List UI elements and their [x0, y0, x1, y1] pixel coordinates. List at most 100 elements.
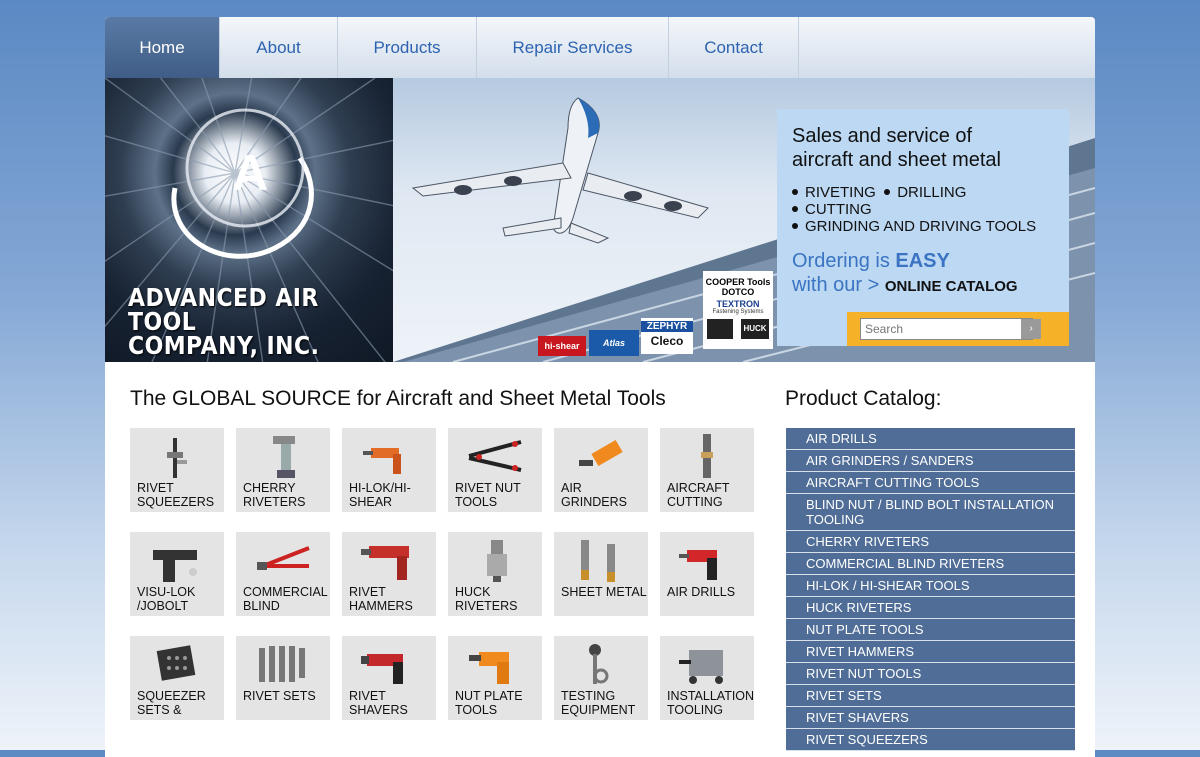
product-tile[interactable]: AIR DRILLS — [660, 532, 754, 616]
huck-icon — [487, 540, 507, 582]
bullet-drilling: DRILLING — [897, 184, 967, 201]
product-tile[interactable]: NUT PLATE TOOLS — [448, 636, 542, 720]
catalog-item[interactable]: COMMERCIAL BLIND RIVETERS — [786, 553, 1075, 575]
product-tile[interactable]: RIVET SETS — [236, 636, 330, 720]
product-tile-label: HUCK RIVETERS — [455, 585, 518, 613]
zephyr-logo-text: ZEPHYR — [641, 321, 693, 332]
info-headline: Sales and service of aircraft and sheet … — [792, 124, 1052, 172]
company-name-line2: COMPANY, INC. — [128, 331, 320, 360]
product-tile[interactable]: INSTALLATION TOOLING — [660, 636, 754, 720]
bullet-icon — [884, 189, 891, 196]
nav-products[interactable]: Products — [338, 17, 477, 78]
nav-home[interactable]: Home — [105, 17, 220, 78]
product-tile[interactable]: SHEET METAL — [554, 532, 648, 616]
product-tile-label: HI-LOK/HI-SHEAR — [349, 481, 411, 509]
bullet-icon — [792, 223, 798, 230]
catalog-item[interactable]: RIVET HAMMERS — [786, 641, 1075, 663]
catalog-item[interactable]: AIR DRILLS — [786, 428, 1075, 450]
product-tile-label: TESTING EQUIPMENT — [561, 689, 636, 717]
product-tile[interactable]: RIVET SQUEEZERS — [130, 428, 224, 512]
product-tile-label: AIR DRILLS — [667, 585, 736, 599]
huck-logo-text: HUCK — [741, 319, 769, 339]
info-box: Sales and service of aircraft and sheet … — [777, 109, 1069, 346]
nav-repair-services[interactable]: Repair Services — [477, 17, 669, 78]
product-tile[interactable]: TESTING EQUIPMENT — [554, 636, 648, 720]
squeezer-icon — [167, 438, 187, 478]
jet-engine-image: A ADVANCED AIR TOOL COMPANY, INC. — [105, 78, 393, 362]
catalog-item[interactable]: RIVET SHAVERS — [786, 707, 1075, 729]
bullet-icon — [792, 189, 798, 196]
cutter-icon — [701, 434, 713, 478]
product-tile-label: RIVET SETS — [243, 689, 316, 703]
catalog-item[interactable]: CHERRY RIVETERS — [786, 531, 1075, 553]
product-tile-label: RIVET HAMMERS — [349, 585, 413, 613]
gun-icon — [153, 550, 197, 582]
case-icon — [156, 645, 196, 681]
catalog-item[interactable]: RIVET NUT TOOLS — [786, 663, 1075, 685]
product-tile[interactable]: AIR GRINDERS — [554, 428, 648, 512]
product-tile[interactable]: RIVET NUT TOOLS — [448, 428, 542, 512]
company-name-line1: ADVANCED AIR TOOL — [128, 283, 319, 336]
catalog-item[interactable]: BLIND NUT / BLIND BOLT INSTALLATION TOOL… — [786, 494, 1075, 531]
plier-icon — [468, 440, 522, 472]
grinder-icon — [579, 439, 623, 467]
with-our-text: with our > — [792, 274, 885, 296]
snips-icon — [581, 540, 615, 582]
nav-contact[interactable]: Contact — [669, 17, 799, 78]
product-tile[interactable]: HUCK RIVETERS — [448, 532, 542, 616]
cleco-logo-text: Cleco — [650, 334, 684, 348]
ordering-prefix: Ordering is — [792, 250, 896, 272]
air-drill-icon — [679, 550, 717, 580]
product-tile-label: AIRCRAFT CUTTING — [667, 481, 730, 509]
product-tile-label: AIR GRINDERS — [561, 481, 627, 509]
product-tile[interactable]: RIVET SHAVERS — [342, 636, 436, 720]
catalog-item[interactable]: RIVET SQUEEZERS — [786, 729, 1075, 751]
product-tile[interactable]: SQUEEZER SETS & — [130, 636, 224, 720]
atlas-copco-logo: Atlas Copco — [589, 330, 639, 356]
catalog-item[interactable]: AIR GRINDERS / SANDERS — [786, 450, 1075, 472]
hammer-icon — [361, 546, 409, 580]
product-tile[interactable]: RIVET HAMMERS — [342, 532, 436, 616]
catalog-item[interactable]: HUCK RIVETERS — [786, 597, 1075, 619]
catalog-item[interactable]: AIRCRAFT CUTTING TOOLS — [786, 472, 1075, 494]
shaver-icon — [361, 654, 403, 684]
catalog-item[interactable]: NUT PLATE TOOLS — [786, 619, 1075, 641]
installer-icon — [679, 650, 723, 684]
search-input[interactable] — [860, 318, 1033, 340]
product-tile[interactable]: AIRCRAFT CUTTING — [660, 428, 754, 512]
hero-banner: A ADVANCED AIR TOOL COMPANY, INC. COOPER… — [105, 78, 1095, 362]
info-headline-line1: Sales and service of — [792, 125, 973, 147]
product-tile[interactable]: COMMERCIAL BLIND — [236, 532, 330, 616]
product-tile-label: SQUEEZER SETS & — [137, 689, 206, 717]
drill-gun-icon — [363, 448, 401, 474]
site-container: Home About Products Repair Services Cont… — [105, 17, 1095, 757]
product-tile[interactable]: CHERRY RIVETERS — [236, 428, 330, 512]
catalog-item[interactable]: RIVET SETS — [786, 685, 1075, 707]
dotco-logo-text: DOTCO — [721, 287, 755, 297]
search-button[interactable]: › — [1021, 319, 1041, 339]
info-headline-line2: aircraft and sheet metal — [792, 149, 1001, 171]
product-tile-label: CHERRY RIVETERS — [243, 481, 306, 509]
product-tile[interactable]: HI-LOK/HI-SHEAR — [342, 428, 436, 512]
product-tile[interactable]: VISU-LOK /JOBOLT — [130, 532, 224, 616]
catalog-list: AIR DRILLS AIR GRINDERS / SANDERS AIRCRAFT… — [786, 428, 1075, 751]
product-tile-label: NUT PLATE TOOLS — [455, 689, 523, 717]
bullet-icon — [792, 206, 798, 213]
product-tile-label: VISU-LOK /JOBOLT — [137, 585, 196, 613]
product-tile-label: RIVET NUT TOOLS — [455, 481, 521, 509]
online-catalog-link[interactable]: ONLINE CATALOG — [885, 278, 1018, 295]
product-tile-label: RIVET SHAVERS — [349, 689, 408, 717]
catalog-heading: Product Catalog: — [785, 387, 942, 410]
textron-logo-text: TEXTRON — [716, 299, 760, 309]
brand-logo-cooper-textron: COOPER Tools DOTCO TEXTRON Fastening Sys… — [703, 271, 773, 349]
hi-shear-logo: hi-shear — [538, 336, 586, 356]
cherry-logo-icon — [707, 319, 733, 339]
ordering-text: Ordering is EASY with our > ONLINE CATAL… — [792, 249, 1018, 299]
ordering-emphasis: EASY — [895, 250, 950, 272]
cooper-logo-text: COOPER Tools — [705, 277, 771, 287]
catalog-item[interactable]: HI-LOK / HI-SHEAR TOOLS — [786, 575, 1075, 597]
search-bar: › — [847, 312, 1069, 346]
brand-logo-zephyr-cleco: ZEPHYR Cleco — [641, 318, 693, 354]
nav-about[interactable]: About — [220, 17, 338, 78]
product-tile-label: COMMERCIAL BLIND — [243, 585, 328, 613]
